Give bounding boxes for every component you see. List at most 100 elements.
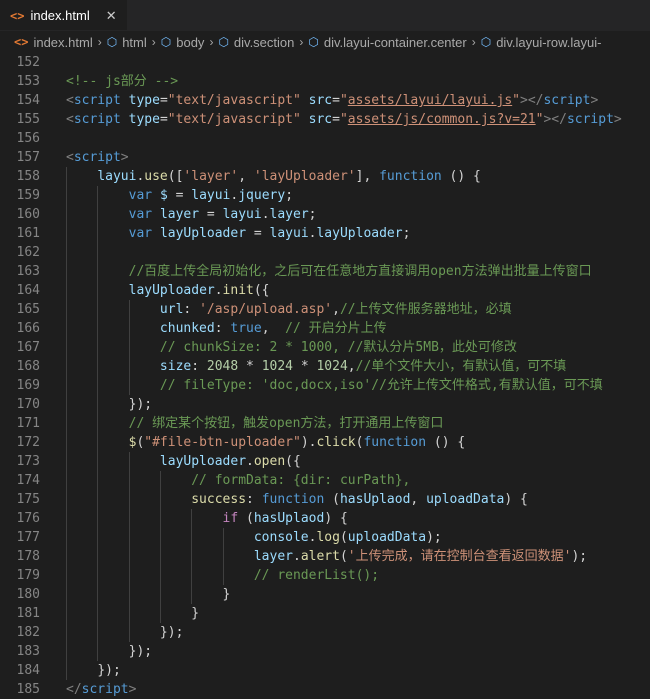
line-number: 166	[16, 321, 40, 336]
code-token: log	[316, 530, 340, 545]
code-line[interactable]: 169 // fileType: 'doc,docx,iso'//允许上传文件格…	[0, 376, 650, 395]
code-token: ,	[347, 359, 356, 374]
code-token: >	[613, 112, 622, 127]
line-number: 170	[16, 397, 40, 412]
code-line[interactable]: 164 layUploader.init({	[0, 281, 650, 300]
indent-guide	[159, 585, 161, 604]
code-token: });	[128, 644, 153, 659]
code-line[interactable]: 156	[0, 129, 650, 148]
code-line[interactable]: 167 // chunkSize: 2 * 1000, //默认分片5MB，此处…	[0, 338, 650, 357]
code-token: =	[159, 93, 168, 108]
code-line[interactable]: 159 var $ = layui.jquery;	[0, 186, 650, 205]
code-token: =	[332, 93, 340, 108]
indent-guide	[128, 471, 130, 490]
indent-guide	[66, 528, 67, 547]
code-line[interactable]: 157 <script>	[0, 148, 650, 167]
code-text: });	[40, 642, 152, 661]
code-line[interactable]: 163 //百度上传全局初始化，之后可在任意地方直接调用open方法弹出批量上传…	[0, 262, 650, 281]
code-token: success	[191, 492, 247, 507]
chevron-right-icon: ›	[299, 35, 304, 49]
code-line[interactable]: 154 <script type="text/javascript" src="a…	[0, 91, 650, 110]
line-number: 157	[16, 150, 40, 165]
code-line[interactable]: 178 layer.alert('上传完成，请在控制台查看返回数据');	[0, 547, 650, 566]
line-number: 177	[16, 530, 40, 545]
code-line[interactable]: 184 });	[0, 661, 650, 680]
breadcrumb-item-file[interactable]: <> index.html	[14, 35, 93, 50]
code-line[interactable]: 175 success: function (hasUplaod, upload…	[0, 490, 650, 509]
code-token: layer	[253, 549, 293, 564]
close-icon[interactable]: ✕	[106, 8, 117, 24]
code-text: <!-- js部分 -->	[40, 72, 178, 91]
line-number: 153	[16, 74, 40, 89]
indent-guide	[97, 338, 99, 357]
code-line[interactable]: 158 layui.use(['layer', 'layUploader'], …	[0, 167, 650, 186]
code-token: type	[128, 93, 160, 108]
code-line[interactable]: 185 </script>	[0, 680, 650, 699]
code-token: =	[159, 112, 168, 127]
code-text: // fileType: 'doc,docx,iso'//允许上传文件格式,有默…	[40, 376, 603, 395]
line-number: 185	[16, 682, 40, 697]
code-line[interactable]: 177 console.log(uploadData);	[0, 528, 650, 547]
code-line[interactable]: 155 <script type="text/javascript" src="a…	[0, 110, 650, 129]
breadcrumb-item-section[interactable]: ⬡ div.section	[218, 35, 294, 50]
code-line[interactable]: 179 // renderList();	[0, 566, 650, 585]
code-line[interactable]: 181 }	[0, 604, 650, 623]
code-text: layUploader.open({	[40, 452, 301, 471]
code-line[interactable]: 161 var layUploader = layui.layUploader;	[0, 224, 650, 243]
code-token: 'layUploader'	[253, 169, 356, 184]
code-text: url: '/asp/upload.asp',//上传文件服务器地址，必填	[40, 300, 512, 319]
indent-guide	[159, 604, 161, 623]
code-token: "text/javascript"	[167, 93, 301, 108]
code-line[interactable]: 183 });	[0, 642, 650, 661]
editor-tab-bar: <> index.html ✕	[0, 0, 650, 31]
code-editor[interactable]: 152 153 <!-- js部分 --> 154 <script type="text…	[0, 53, 650, 699]
code-token: layUploader	[316, 226, 403, 241]
indent-guide	[159, 490, 161, 509]
code-text: $("#file-btn-uploader").click(function (…	[40, 433, 465, 452]
code-token: url	[159, 302, 184, 317]
indent-guide	[66, 414, 67, 433]
indent-guide	[66, 338, 67, 357]
code-line[interactable]: 170 });	[0, 395, 650, 414]
breadcrumb-item-html[interactable]: ⬡ html	[107, 35, 147, 50]
code-line[interactable]: 165 url: '/asp/upload.asp',//上传文件服务器地址，必…	[0, 300, 650, 319]
code-token: :	[191, 359, 207, 374]
indent-guide	[97, 224, 99, 243]
code-token: ;	[308, 207, 317, 222]
code-token: <	[66, 150, 74, 165]
code-token: jquery	[238, 188, 286, 203]
breadcrumb-item-row[interactable]: ⬡ div.layui-row.layui-	[481, 35, 602, 50]
indent-guide	[66, 547, 67, 566]
code-line[interactable]: 152	[0, 53, 650, 72]
code-text: layui.use(['layer', 'layUploader'], func…	[40, 167, 481, 186]
code-line[interactable]: 176 if (hasUplaod) {	[0, 509, 650, 528]
code-line[interactable]: 174 // formData: {dir: curPath},	[0, 471, 650, 490]
indent-guide	[66, 357, 67, 376]
breadcrumb-item-container[interactable]: ⬡ div.layui-container.center	[308, 35, 466, 50]
code-line[interactable]: 173 layUploader.open({	[0, 452, 650, 471]
code-token: }	[191, 606, 200, 621]
breadcrumb-item-body[interactable]: ⬡ body	[161, 35, 205, 50]
code-token: <	[66, 112, 74, 127]
code-line[interactable]: 160 var layer = layui.layer;	[0, 205, 650, 224]
tab-index-html[interactable]: <> index.html ✕	[0, 0, 127, 30]
code-line[interactable]: 180 }	[0, 585, 650, 604]
indent-guide	[128, 357, 130, 376]
code-line[interactable]: 162	[0, 243, 650, 262]
indent-guide	[159, 509, 161, 528]
code-line[interactable]: 168 size: 2048 * 1024 * 1024,//单个文件大小，有默…	[0, 357, 650, 376]
code-text: console.log(uploadData);	[40, 528, 442, 547]
code-line[interactable]: 182 });	[0, 623, 650, 642]
indent-guide	[66, 300, 67, 319]
indent-guide	[97, 319, 99, 338]
code-line[interactable]: 171 // 绑定某个按钮，触发open方法，打开通用上传窗口	[0, 414, 650, 433]
code-line[interactable]: 172 $("#file-btn-uploader").click(functi…	[0, 433, 650, 452]
indent-guide	[66, 243, 67, 262]
indent-guide	[66, 186, 67, 205]
code-line[interactable]: 166 chunked: true, // 开启分片上传	[0, 319, 650, 338]
chevron-right-icon: ›	[209, 35, 214, 49]
code-line[interactable]: 153 <!-- js部分 -->	[0, 72, 650, 91]
code-token: layui	[191, 188, 231, 203]
line-number: 160	[16, 207, 40, 222]
